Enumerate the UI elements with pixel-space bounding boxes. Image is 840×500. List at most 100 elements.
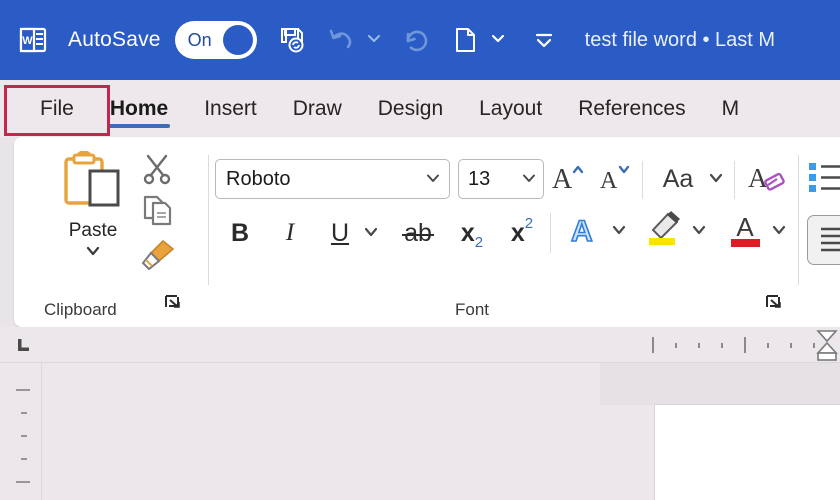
customize-quick-access-icon[interactable] [533,29,555,51]
ruler-tick-minor [698,343,700,348]
grow-font-button[interactable]: A [546,159,592,199]
ruler-tick-minor [767,343,769,348]
font-size-input[interactable]: 13 [458,159,544,199]
shrink-font-button[interactable]: A [592,159,638,199]
format-painter-brush-icon [139,239,177,277]
italic-label: I [285,219,295,246]
clipboard-dialog-launcher-icon[interactable] [164,294,182,317]
font-group-label: Font [455,300,490,319]
superscript-sup: 2 [524,215,534,232]
font-separator-1 [642,161,643,199]
word-window: W AutoSave On test file word • Last M Fi… [0,0,840,500]
tab-mailings[interactable]: M [704,80,758,137]
subscript-label: x [460,218,475,247]
save-sync-icon[interactable] [277,25,307,55]
paste-label: Paste [68,220,118,241]
align-left-icon [816,222,840,259]
change-case-label: Aa [662,164,694,193]
clear-formatting-button[interactable]: A [742,157,790,201]
vruler-tick-minor [21,412,27,414]
tab-draw[interactable]: Draw [275,80,360,137]
text-effects-icon: A [562,209,606,256]
subscript-button[interactable]: x 2 [450,213,494,253]
change-case-chevron-down-icon[interactable] [707,171,725,190]
copy-icon [141,195,177,233]
bullet-list-icon [807,157,840,202]
paste-clipboard-icon [60,150,126,216]
copy-button[interactable] [141,193,177,234]
clipboard-group-label: Clipboard [44,300,117,319]
tab-insert[interactable]: Insert [186,80,275,137]
strikethrough-button[interactable]: ab [396,213,440,253]
align-button[interactable] [807,215,840,265]
tab-references[interactable]: References [560,80,703,137]
shrink-font-icon: A [594,160,636,199]
tab-home[interactable]: Home [92,80,186,137]
word-logo-icon: W [16,23,50,57]
text-highlight-icon [641,208,687,257]
new-document-icon[interactable] [452,26,480,54]
cut-button[interactable] [139,151,175,192]
svg-text:W: W [22,35,33,47]
tab-layout[interactable]: Layout [461,80,560,137]
toggle-knob [222,25,253,55]
ruler-tick-minor [675,343,677,348]
ribbon: Paste Clipboard Roboto 13 A A Aa A B I U… [14,137,840,327]
strikethrough-label: ab [404,218,432,247]
ruler-tick-minor [790,343,792,348]
clear-formatting-icon: A [744,157,788,202]
font-name-chevron-down-icon[interactable] [425,168,441,191]
superscript-button[interactable]: x 2 [500,213,544,253]
ribbon-group-paragraph [801,137,840,327]
undo-chevron-down-icon[interactable] [366,30,382,51]
text-effects-chevron-down-icon[interactable] [610,223,628,242]
tab-design[interactable]: Design [360,80,461,137]
font-color-chevron-down-icon[interactable] [770,223,788,242]
paste-button[interactable]: Paste [50,150,136,263]
paste-chevron-down-icon[interactable] [84,244,102,263]
ruler-tick-major [744,337,746,353]
text-effects-button[interactable]: A [560,209,608,255]
autosave-toggle[interactable]: On [174,21,257,59]
font-color-button[interactable]: A [722,209,770,255]
document-title: test file word • Last M [584,28,776,51]
redo-icon[interactable] [402,25,432,55]
subscript-sub: 2 [474,234,484,251]
font-name-input[interactable]: Roboto [215,159,450,199]
font-color-icon: A [724,208,768,257]
strikethrough-line [402,233,434,236]
tab-stop-left-icon[interactable] [14,337,34,362]
undo-icon[interactable] [327,25,357,55]
format-painter-button[interactable] [139,237,177,278]
ribbon-group-clipboard: Paste Clipboard [14,137,209,327]
vertical-ruler[interactable] [0,363,42,500]
title-bar: W AutoSave On test file word • Last M [0,0,840,80]
page-gutter [600,363,840,405]
scissors-icon [139,154,175,191]
vruler-tick-minor [21,458,27,460]
font-separator-2 [734,161,735,199]
svg-text:A: A [736,212,754,242]
new-document-chevron-down-icon[interactable] [489,29,507,52]
italic-button[interactable]: I [270,213,310,253]
font-dialog-launcher-icon[interactable] [765,294,783,317]
underline-button[interactable]: U [320,213,360,253]
text-highlight-chevron-down-icon[interactable] [690,223,708,242]
tab-file[interactable]: File [22,80,92,137]
group-separator-2 [798,155,799,285]
change-case-button[interactable]: Aa [652,161,704,197]
font-size-chevron-down-icon[interactable] [521,168,537,191]
font-size-value: 13 [468,167,491,190]
svg-text:A: A [571,215,593,248]
horizontal-ruler[interactable] [0,327,840,363]
ribbon-group-font: Roboto 13 A A Aa A B I U ab x 2 x 2 A A … [210,137,800,327]
bold-button[interactable]: B [220,213,260,253]
underline-label: U [330,218,350,247]
underline-chevron-down-icon[interactable] [362,225,380,244]
document-page[interactable] [655,405,840,500]
bullets-button[interactable] [805,157,840,201]
svg-text:A: A [748,163,768,193]
text-highlight-button[interactable] [640,209,688,255]
grow-font-icon: A [548,160,590,199]
ribbon-tab-strip: File Home Insert Draw Design Layout Refe… [0,80,840,137]
